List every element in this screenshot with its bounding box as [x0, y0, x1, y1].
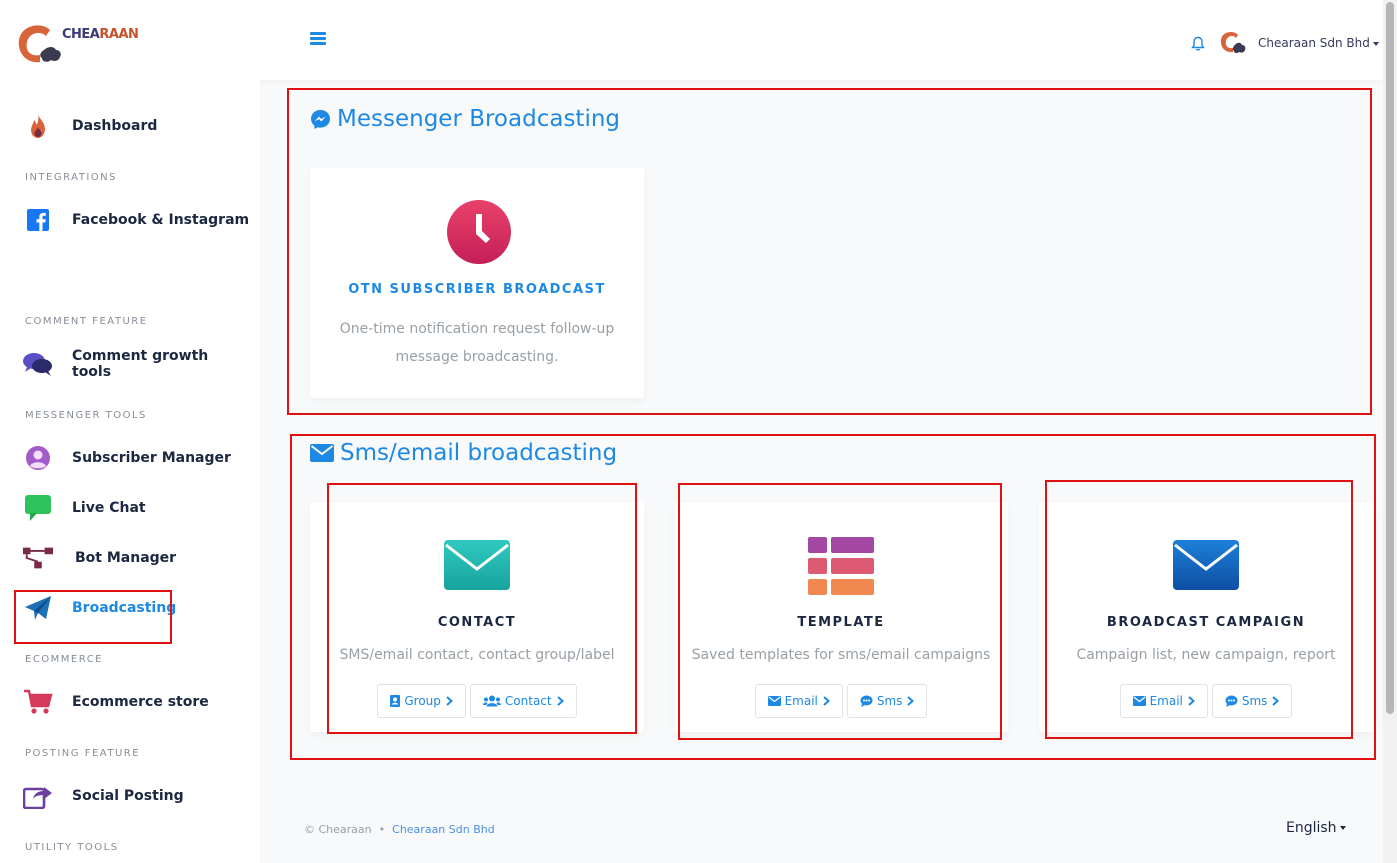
- shopping-cart-icon: [22, 688, 54, 716]
- sidebar-item-social-posting[interactable]: Social Posting: [22, 778, 252, 814]
- envelope-icon: [310, 444, 334, 462]
- menu-header-ecommerce: ECOMMERCE: [25, 654, 103, 665]
- sidebar-item-label: Social Posting: [72, 788, 184, 804]
- sitemap-icon: [22, 544, 54, 572]
- user-circle-icon: [22, 444, 54, 472]
- user-avatar[interactable]: [1218, 30, 1250, 56]
- sidebar-item-label: Bot Manager: [75, 550, 177, 566]
- highlight-box-template-card: [678, 483, 1002, 740]
- card-otn-subscriber-broadcast[interactable]: OTN SUBSCRIBER BROADCAST One-time notifi…: [310, 168, 644, 398]
- card-description: One-time notification request follow-up …: [339, 321, 615, 365]
- sidebar-item-dashboard[interactable]: Dashboard: [22, 108, 252, 144]
- language-label: English: [1286, 820, 1337, 836]
- sidebar-item-label: Live Chat: [72, 500, 146, 516]
- sidebar-item-label: Dashboard: [72, 118, 158, 134]
- sidebar-item-live-chat[interactable]: Live Chat: [22, 490, 252, 526]
- sidebar-item-ecommerce-store[interactable]: Ecommerce store: [22, 684, 252, 720]
- highlight-box-campaign-card: [1045, 480, 1353, 739]
- sidebar-item-label: Ecommerce store: [72, 694, 209, 710]
- user-menu-dropdown[interactable]: Chearaan Sdn Bhd: [1258, 36, 1379, 50]
- sidebar-toggle-button[interactable]: [310, 32, 326, 46]
- menu-header-comment-feature: COMMENT FEATURE: [25, 316, 148, 327]
- highlight-box-broadcasting: [14, 590, 172, 644]
- top-navbar: CHEARAAN Chearaan Sdn Bhd: [0, 0, 1383, 80]
- card-title: OTN SUBSCRIBER BROADCAST: [348, 282, 606, 297]
- menu-header-messenger-tools: MESSENGER TOOLS: [25, 410, 147, 421]
- sidebar-item-facebook-instagram[interactable]: Facebook & Instagram: [22, 202, 252, 238]
- scrollbar-thumb[interactable]: [1386, 2, 1394, 714]
- section-title-sms-email: Sms/email broadcasting: [310, 440, 617, 466]
- user-name: Chearaan Sdn Bhd: [1258, 36, 1370, 50]
- fire-icon: [22, 112, 54, 140]
- footer: © Chearaan • Chearaan Sdn Bhd: [304, 823, 495, 836]
- facebook-icon: [22, 206, 54, 234]
- footer-copyright: © Chearaan: [304, 823, 372, 836]
- chat-bubble-icon: [22, 494, 54, 522]
- sidebar-item-bot-manager[interactable]: Bot Manager: [22, 540, 252, 576]
- footer-separator: •: [378, 823, 386, 836]
- footer-company-link[interactable]: Chearaan Sdn Bhd: [392, 823, 495, 836]
- sidebar-item-label: Facebook & Instagram: [72, 212, 250, 228]
- caret-down-icon: [1372, 41, 1379, 46]
- menu-header-posting-feature: POSTING FEATURE: [25, 748, 141, 759]
- notification-bell-icon[interactable]: [1190, 36, 1206, 52]
- clock-icon: [447, 200, 511, 264]
- menu-header-utility-tools: UTILITY TOOLS: [25, 842, 119, 853]
- section-title-messenger: Messenger Broadcasting: [310, 106, 620, 132]
- sidebar: Dashboard INTEGRATIONS Facebook & Instag…: [0, 80, 260, 863]
- language-dropdown[interactable]: English: [1286, 820, 1346, 836]
- page-scrollbar[interactable]: [1383, 0, 1397, 863]
- caret-down-icon: [1339, 826, 1346, 830]
- highlight-box-contact-card: [327, 483, 637, 734]
- brand-logo[interactable]: CHEARAAN: [14, 22, 194, 74]
- section-title-text: Messenger Broadcasting: [337, 106, 621, 132]
- sidebar-item-comment-growth-tools[interactable]: Comment growth tools: [22, 346, 252, 382]
- comments-icon: [22, 350, 54, 378]
- logo-mark-icon: [18, 25, 61, 63]
- sidebar-item-label: Comment growth tools: [72, 348, 209, 380]
- sidebar-item-subscriber-manager[interactable]: Subscriber Manager: [22, 440, 252, 476]
- share-square-icon: [22, 782, 54, 810]
- section-title-text: Sms/email broadcasting: [340, 440, 618, 466]
- messenger-icon: [311, 109, 330, 129]
- menu-header-integrations: INTEGRATIONS: [25, 172, 117, 183]
- sidebar-item-label: Subscriber Manager: [72, 450, 231, 466]
- logo-text: CHEARAAN: [62, 27, 139, 42]
